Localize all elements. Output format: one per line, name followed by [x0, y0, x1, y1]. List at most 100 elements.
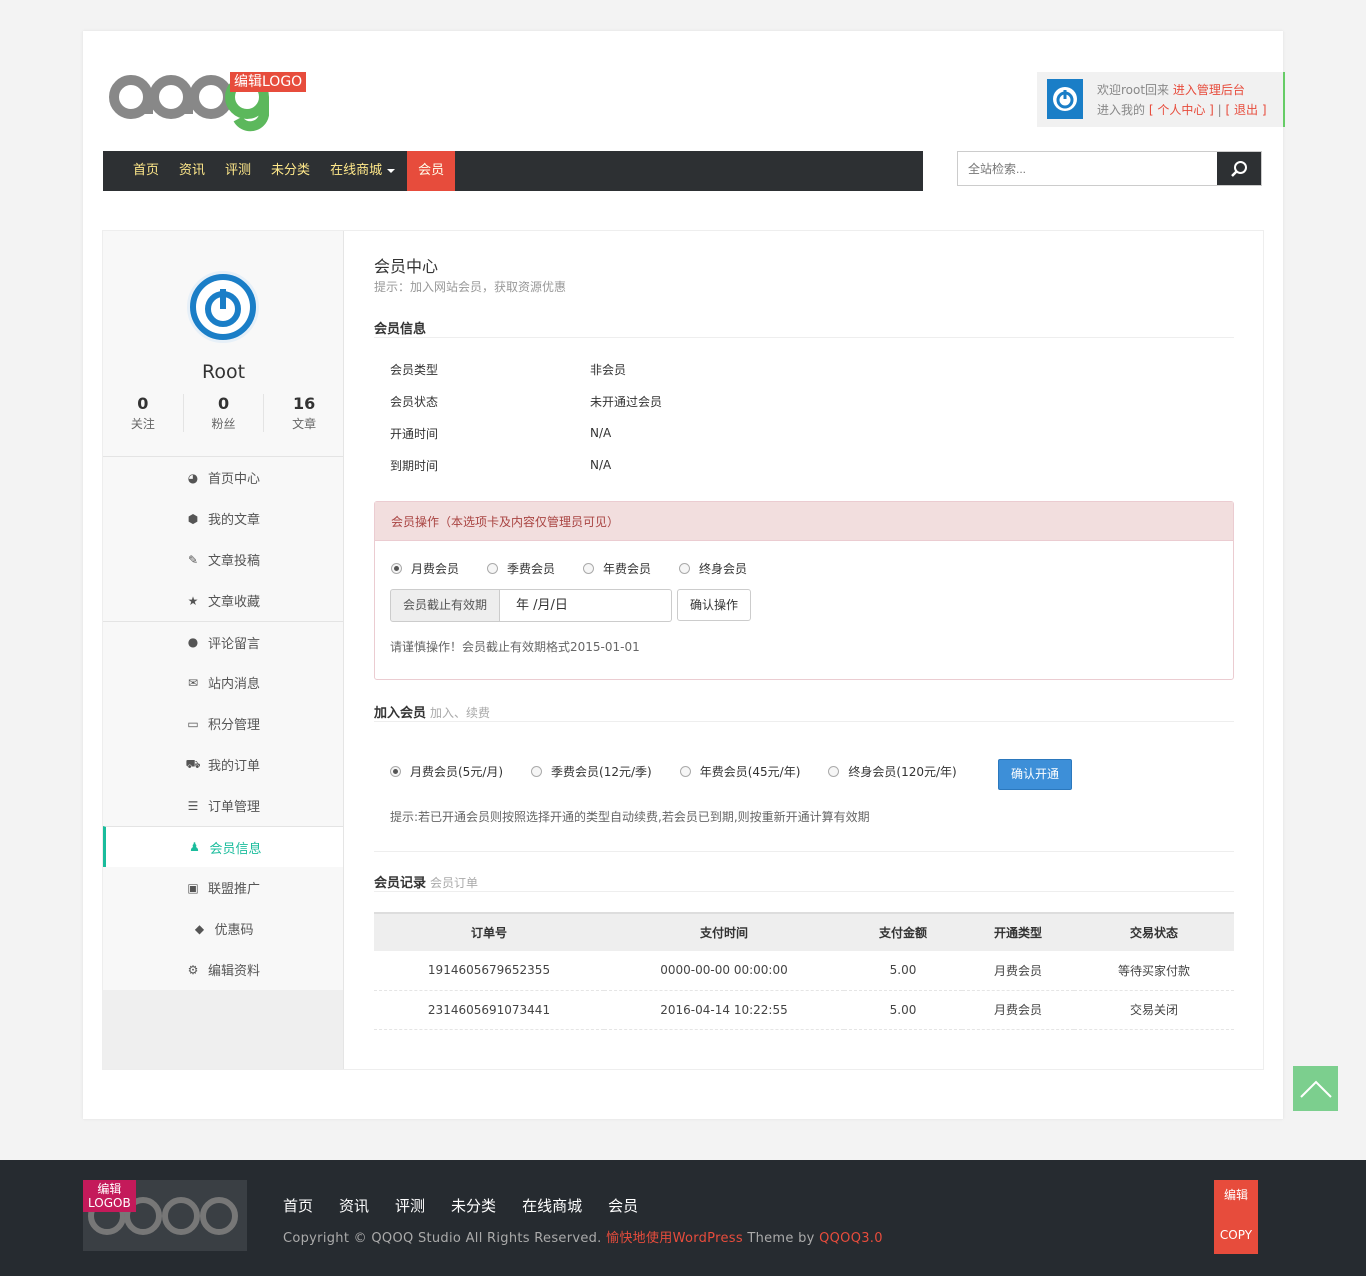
footer: 编辑 LOGOB 首页 资讯 评测 未分类 在线商城 会员 Copyright … — [0, 1160, 1366, 1276]
expiry-date-input[interactable]: 年 /月/日 — [500, 589, 673, 622]
nav-item-uncategorized[interactable]: 未分类 — [261, 151, 320, 191]
cell-type: 月费会员 — [962, 951, 1074, 991]
radio-monthly[interactable]: 月费会员 — [391, 560, 459, 577]
search-input[interactable] — [958, 152, 1216, 185]
cell-pay-time: 0000-00-00 00:00:00 — [604, 951, 844, 991]
section-subtitle: 加入、续费 — [430, 706, 491, 720]
radio-label: 年费会员(45元/年) — [699, 765, 801, 779]
radio-quarterly[interactable]: 季费会员 — [487, 560, 555, 577]
nav-item-news[interactable]: 资讯 — [169, 151, 215, 191]
footer-nav-review[interactable]: 评测 — [395, 1195, 425, 1216]
info-row: 到期时间 N/A — [390, 449, 662, 481]
sidebar-item-order-manage[interactable]: ☰ 订单管理 — [103, 785, 343, 826]
sidebar-item-my-orders[interactable]: ⛟ 我的订单 — [103, 744, 343, 785]
sidebar-item-label: 首页中心 — [207, 472, 260, 487]
welcome-text: 欢迎root回来 — [1097, 83, 1170, 97]
sidebar-item-affiliate[interactable]: ▣ 联盟推广 — [103, 867, 343, 908]
radio-join-yearly[interactable]: 年费会员(45元/年) — [679, 763, 801, 780]
cell-pay-time: 2016-04-14 10:22:55 — [604, 990, 844, 1030]
footer-nav-home[interactable]: 首页 — [283, 1195, 313, 1216]
nav-item-review[interactable]: 评测 — [215, 151, 261, 191]
section-title: 加入会员 — [374, 706, 427, 721]
edit-label: 编辑 — [1223, 1188, 1248, 1202]
user-center-link[interactable]: [ 个人中心 ] — [1149, 103, 1214, 117]
sidebar-item-submit[interactable]: ✎ 文章投稿 — [103, 539, 343, 580]
confirm-join-button[interactable]: 确认开通 — [998, 759, 1072, 790]
radio-join-lifetime[interactable]: 终身会员(120元/年) — [828, 763, 957, 780]
sidebar-item-favorites[interactable]: ★ 文章收藏 — [103, 580, 343, 621]
sidebar-item-edit-profile[interactable]: ⚙ 编辑资料 — [103, 949, 343, 990]
sidebar-item-my-articles[interactable]: ⬢ 我的文章 — [103, 498, 343, 539]
info-row: 开通时间 N/A — [390, 417, 662, 449]
radio-dot[interactable] — [679, 766, 691, 777]
radio-dot[interactable] — [487, 563, 499, 574]
footer-nav-news[interactable]: 资讯 — [339, 1195, 369, 1216]
radio-dot[interactable] — [679, 563, 691, 574]
stat-followers[interactable]: 0 粉丝 — [182, 394, 264, 432]
logout-link[interactable]: [ 退出 ] — [1226, 103, 1267, 117]
profile-card: Root 0 关注 0 粉丝 16 文章 — [103, 231, 343, 457]
nav-item-shop[interactable]: 在线商城 — [320, 151, 405, 191]
radio-dot[interactable] — [531, 766, 543, 777]
footer-nav-shop[interactable]: 在线商城 — [522, 1195, 582, 1216]
main-nav: 首页 资讯 评测 未分类 在线商城 会员 — [103, 151, 923, 191]
footer-nav-member[interactable]: 会员 — [608, 1195, 638, 1216]
money-icon: ▣ — [187, 880, 199, 895]
cart-icon: ⛟ — [185, 756, 201, 771]
sidebar-item-comments[interactable]: ● 评论留言 — [103, 621, 343, 662]
footer-nav-uncategorized[interactable]: 未分类 — [451, 1195, 496, 1216]
radio-dot[interactable] — [390, 766, 401, 777]
section-join: 加入会员 加入、续费 — [374, 702, 1234, 722]
radio-dot[interactable] — [391, 563, 402, 574]
footer-logo[interactable]: 编辑 LOGOB — [83, 1180, 247, 1251]
section-records: 会员记录 会员订单 — [374, 872, 1234, 892]
sidebar-item-dashboard[interactable]: ◕ 首页中心 — [103, 457, 343, 498]
confirm-op-button[interactable]: 确认操作 — [677, 589, 752, 621]
footer-nav: 首页 资讯 评测 未分类 在线商城 会员 — [283, 1195, 664, 1216]
stat-following[interactable]: 0 关注 — [103, 394, 183, 432]
sidebar-item-member-info[interactable]: ♟ 会员信息 — [103, 826, 343, 867]
sidebar-item-credits[interactable]: ▭ 积分管理 — [103, 703, 343, 744]
user-avatar[interactable] — [1047, 79, 1083, 119]
logo-edit-badge[interactable]: 编辑LOGO — [230, 72, 307, 92]
table-row: 1914605679652355 0000-00-00 00:00:00 5.0… — [374, 951, 1234, 991]
envelope-icon: ✉ — [187, 675, 199, 690]
join-note: 提示:若已开通会员则按照选择开通的类型自动续费,若会员已到期,则按重新开通计算有… — [390, 810, 870, 824]
nav-item-home[interactable]: 首页 — [123, 151, 169, 191]
nav-item-member[interactable]: 会员 — [407, 151, 456, 191]
sidebar-item-label: 我的文章 — [207, 513, 260, 528]
page-tip: 提示：加入网站会员，获取资源优惠 — [374, 280, 567, 294]
wordpress-link[interactable]: 愉快地使用WordPress — [606, 1231, 743, 1246]
nav-item-shop-label: 在线商城 — [330, 163, 383, 178]
sidebar-item-label: 积分管理 — [207, 718, 260, 733]
user-icon: ♟ — [189, 840, 200, 854]
admin-link[interactable]: 进入管理后台 — [1173, 83, 1245, 97]
radio-dot[interactable] — [583, 563, 595, 574]
search-button[interactable] — [1217, 152, 1261, 185]
radio-join-quarterly[interactable]: 季费会员(12元/季) — [531, 763, 652, 780]
stat-label: 文章 — [292, 417, 317, 431]
footer-edit-copy-button[interactable]: 编辑 COPY — [1214, 1180, 1258, 1254]
radio-join-monthly[interactable]: 月费会员(5元/月) — [390, 763, 503, 780]
radio-label: 月费会员(5元/月) — [410, 765, 504, 779]
expiry-input-group: 会员截止有效期 年 /月/日 确认操作 — [390, 589, 752, 622]
stat-value: 16 — [293, 394, 316, 413]
sidebar-item-label: 文章投稿 — [207, 554, 260, 569]
cell-status: 交易关闭 — [1074, 990, 1234, 1030]
sidebar-item-messages[interactable]: ✉ 站内消息 — [103, 662, 343, 703]
sidebar-item-coupons[interactable]: ◆ 优惠码 — [103, 908, 343, 949]
search-icon — [1231, 160, 1247, 177]
radio-lifetime[interactable]: 终身会员 — [679, 560, 747, 577]
stat-articles[interactable]: 16 文章 — [263, 394, 344, 432]
star-icon: ★ — [187, 593, 199, 608]
theme-link[interactable]: QQOQ3.0 — [819, 1231, 883, 1246]
radio-dot[interactable] — [828, 766, 840, 777]
radio-yearly[interactable]: 年费会员 — [583, 560, 651, 577]
radio-label: 年费会员 — [603, 562, 652, 576]
radio-label: 季费会员(12元/季) — [551, 765, 652, 779]
cell-status: 等待买家付款 — [1074, 951, 1234, 991]
cell-order-no: 1914605679652355 — [374, 951, 604, 991]
back-to-top-button[interactable] — [1293, 1066, 1338, 1111]
footer-logo-badge[interactable]: 编辑 LOGOB — [83, 1180, 136, 1212]
profile-avatar[interactable] — [187, 271, 259, 343]
